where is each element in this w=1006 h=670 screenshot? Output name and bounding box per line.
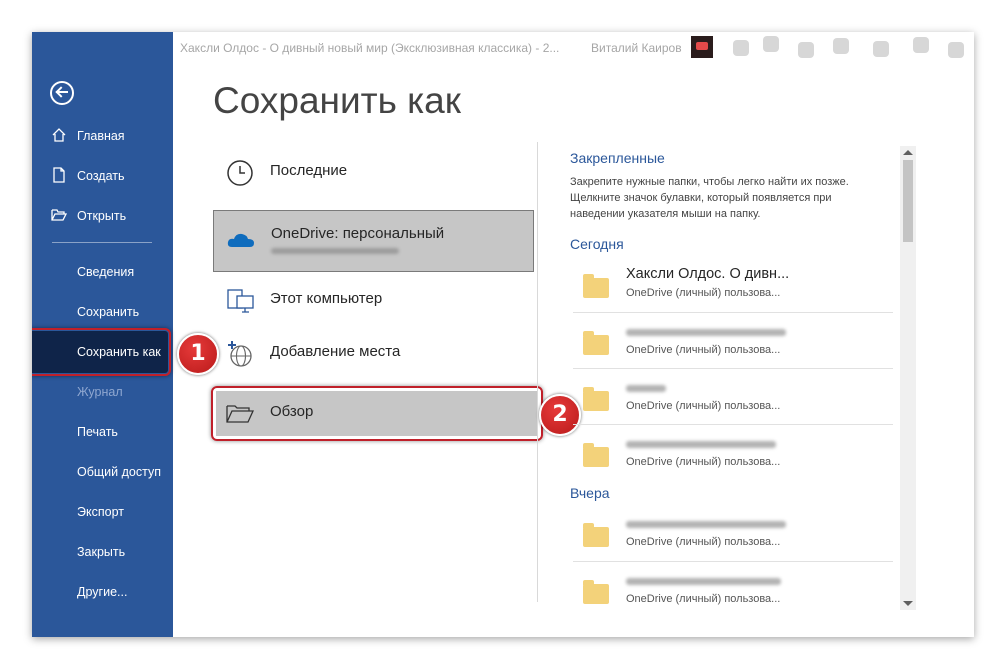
blurred-file-name	[626, 329, 786, 336]
sidebar-item-share[interactable]: Общий доступ	[32, 459, 173, 485]
scroll-down-arrow-icon[interactable]	[903, 601, 913, 606]
open-folder-icon	[51, 209, 67, 221]
sidebar-item-export[interactable]: Экспорт	[32, 499, 173, 525]
clock-icon	[227, 160, 253, 186]
sidebar-item-label: Закрыть	[77, 545, 126, 559]
user-name[interactable]: Виталий Каиров	[591, 41, 682, 55]
blurred-file-name	[626, 385, 666, 392]
sidebar-item-label: Сохранить как	[77, 345, 161, 359]
sidebar-item-home[interactable]: Главная	[32, 123, 173, 149]
scroll-up-arrow-icon[interactable]	[903, 150, 913, 155]
location-onedrive[interactable]: OneDrive: персональный	[213, 210, 534, 272]
sidebar-item-save[interactable]: Сохранить	[32, 299, 173, 325]
location-browse[interactable]: Обзор	[213, 386, 534, 441]
pattern-decoration-icon	[798, 42, 814, 58]
sidebar-item-more[interactable]: Другие...	[32, 579, 173, 605]
file-name: Хаксли Олдос. О дивн...	[626, 266, 790, 282]
location-label: Последние	[270, 162, 348, 179]
file-location: OneDrive (личный) пользова...	[626, 400, 781, 412]
sidebar-item-new[interactable]: Создать	[32, 163, 173, 189]
list-item[interactable]: OneDrive (личный) пользова...	[573, 505, 893, 561]
location-add-place[interactable]: Добавление места	[213, 325, 534, 383]
blurred-file-name	[626, 578, 781, 585]
file-location: OneDrive (личный) пользова...	[626, 536, 781, 548]
section-today-title: Сегодня	[570, 236, 624, 252]
location-label: Этот компьютер	[270, 290, 383, 307]
folder-icon	[583, 331, 609, 355]
file-location: OneDrive (личный) пользова...	[626, 344, 781, 356]
sidebar-item-info[interactable]: Сведения	[32, 259, 173, 285]
folder-icon	[583, 443, 609, 467]
home-icon	[52, 128, 66, 142]
sidebar-divider	[52, 242, 152, 243]
avatar[interactable]	[691, 36, 713, 58]
page-title: Сохранить как	[213, 80, 461, 121]
backstage-sidebar: Главная Создать Открыть Сведения Сохрани…	[32, 32, 173, 637]
pinned-description: Закрепите нужные папки, чтобы легко найт…	[570, 176, 849, 220]
new-document-icon	[53, 167, 65, 183]
location-label: Добавление места	[270, 343, 401, 360]
list-item[interactable]: OneDrive (личный) пользова...	[573, 368, 893, 425]
section-pinned-title: Закрепленные	[570, 150, 665, 166]
sidebar-item-label: Главная	[77, 129, 125, 143]
sidebar-item-print[interactable]: Печать	[32, 419, 173, 445]
computer-icon	[227, 289, 254, 313]
location-label: Обзор	[270, 403, 314, 420]
pattern-decoration-icon	[873, 41, 889, 57]
file-location: OneDrive (личный) пользова...	[626, 287, 781, 299]
column-divider	[537, 142, 538, 602]
sidebar-item-history: Журнал	[32, 379, 173, 405]
list-item[interactable]: OneDrive (личный) пользова...	[573, 312, 893, 369]
blurred-file-name	[626, 441, 776, 448]
vertical-scrollbar[interactable]	[900, 146, 916, 610]
pattern-decoration-icon	[833, 38, 849, 54]
pattern-decoration-icon	[948, 42, 964, 58]
sidebar-item-label: Печать	[77, 425, 118, 439]
folder-icon	[583, 580, 609, 604]
sidebar-item-label: Другие...	[77, 585, 128, 599]
pattern-decoration-icon	[763, 36, 779, 52]
sidebar-item-label: Сведения	[77, 265, 135, 279]
location-this-pc[interactable]: Этот компьютер	[213, 272, 534, 330]
folder-icon	[583, 523, 609, 547]
document-title: Хаксли Олдос - О дивный новый мир (Экскл…	[180, 41, 560, 55]
add-globe-icon	[228, 341, 252, 367]
blurred-file-name	[626, 521, 786, 528]
sidebar-item-label: Создать	[77, 169, 125, 183]
folder-icon	[583, 387, 609, 411]
back-arrow-icon[interactable]	[50, 81, 74, 105]
location-label: OneDrive: персональный	[271, 225, 445, 242]
list-item[interactable]: OneDrive (личный) пользова...	[573, 424, 893, 481]
sidebar-item-save-as[interactable]: Сохранить как	[32, 339, 173, 365]
sidebar-item-close[interactable]: Закрыть	[32, 539, 173, 565]
sidebar-item-label: Экспорт	[77, 505, 124, 519]
folder-icon	[583, 274, 609, 298]
file-location: OneDrive (личный) пользова...	[626, 593, 781, 605]
blurred-account-email	[271, 248, 399, 254]
sidebar-item-open[interactable]: Открыть	[32, 203, 173, 229]
sidebar-item-label: Сохранить	[77, 305, 140, 319]
title-bar: Хаксли Олдос - О дивный новый мир (Экскл…	[173, 32, 974, 62]
pattern-decoration-icon	[913, 37, 929, 53]
sidebar-item-label: Общий доступ	[77, 465, 161, 479]
scroll-thumb[interactable]	[903, 160, 913, 242]
list-item[interactable]: Хаксли Олдос. О дивн... OneDrive (личный…	[573, 256, 893, 312]
word-backstage-window: Главная Создать Открыть Сведения Сохрани…	[32, 32, 974, 637]
sidebar-item-label: Открыть	[77, 209, 127, 223]
list-item[interactable]: OneDrive (личный) пользова...	[573, 561, 893, 618]
section-yesterday-title: Вчера	[570, 485, 610, 501]
onedrive-cloud-icon	[227, 233, 254, 247]
location-recent[interactable]: Последние	[213, 144, 534, 202]
folder-icon	[226, 405, 255, 423]
pattern-decoration-icon	[733, 40, 749, 56]
sidebar-item-label: Журнал	[77, 385, 123, 399]
file-location: OneDrive (личный) пользова...	[626, 456, 781, 468]
